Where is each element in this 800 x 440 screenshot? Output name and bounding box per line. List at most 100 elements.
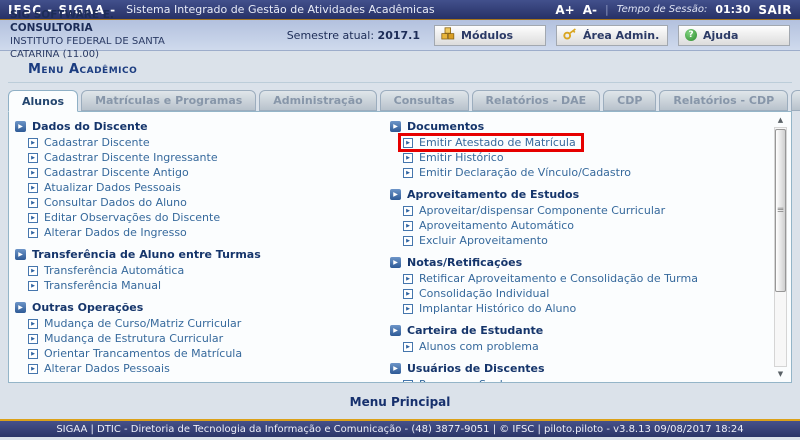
section-arrow-icon: ▶ [15,249,26,260]
menu-column-left: ▶Dados do Discente▶Cadastrar Discente▶Ca… [15,118,390,378]
scroll-down-icon[interactable]: ▼ [773,368,788,380]
item-arrow-icon: ▶ [28,153,38,163]
menu-link-cadastrar-discente-antigo[interactable]: Cadastrar Discente Antigo [44,166,189,179]
section-arrow-icon: ▶ [390,189,401,200]
menu-link-emitir-historico[interactable]: Emitir Histórico [419,151,504,164]
item-arrow-icon: ▶ [403,289,413,299]
menu-item: ▶Retificar Aproveitamento e Consolidação… [390,271,765,286]
menu-principal-row: Menu Principal [0,391,800,410]
menu-item: ▶ Alunos com problema [390,339,765,354]
tab-relatorios-dae[interactable]: Relatórios - DAE [472,90,601,111]
menu-section-carteira-de-estudante: ▶ Carteira de Estudante ▶ Alunos com proble… [390,322,765,354]
menu-link-cadastrar-discente[interactable]: Cadastrar Discente [44,136,150,149]
menu-item-inner: ▶Implantar Histórico do Aluno [403,302,576,315]
menu-link-mudanca-de-curso-matriz-curricular[interactable]: Mudança de Curso/Matriz Curricular [44,317,241,330]
vertical-scrollbar[interactable]: ▲ ▼ [773,114,788,380]
tab-administracao[interactable]: Administração [259,90,376,111]
section-arrow-icon: ▶ [390,363,401,374]
key-icon [563,28,577,43]
menu-link-consultar-dados-do-aluno[interactable]: Consultar Dados do Aluno [44,196,187,209]
menu-link-alterar-dados-pessoais[interactable]: Alterar Dados Pessoais [44,362,170,375]
tab-matriculas-e-programas[interactable]: Matrículas e Programas [81,90,256,111]
menu-link-emitir-declaracao-de-vinculo-cadastro[interactable]: Emitir Declaração de Vínculo/Cadastro [419,166,631,179]
menu-link-alterar-dados-de-ingresso[interactable]: Alterar Dados de Ingresso [44,226,187,239]
menu-section-notas-retificacoes: ▶Notas/Retificações▶Retificar Aproveitam… [390,254,765,316]
menu-item: ▶Recuperar Senha [390,377,765,383]
user-name: SIG SOFTWARE E. CONSULTORIA [10,9,192,35]
menu-item: ▶Orientar Trancamentos de Matrícula [15,346,390,361]
menu-link-cadastrar-discente-ingressante[interactable]: Cadastrar Discente Ingressante [44,151,218,164]
item-arrow-icon: ▶ [28,319,38,329]
item-arrow-icon: ▶ [403,236,413,246]
tab-alunos[interactable]: Alunos [8,90,78,112]
menu-item-inner: ▶Alterar Dados Pessoais [28,362,170,375]
menu-item-inner: ▶Orientar Trancamentos de Matrícula [28,347,242,360]
menu-link-transferencia-automatica[interactable]: Transferência Automática [44,264,184,277]
footer-bar: SIGAA | DTIC - Diretoria de Tecnologia d… [0,419,800,437]
tab-bar: AlunosMatrículas e ProgramasAdministraçã… [8,90,800,111]
tab-coordenacao-unica[interactable]: Coordenação Única [791,90,800,111]
menu-link-excluir-aproveitamento[interactable]: Excluir Aproveitamento [419,234,548,247]
tab-consultas[interactable]: Consultas [380,90,469,111]
admin-area-button[interactable]: Área Admin. [556,25,668,46]
section-title: Usuários de Discentes [407,362,545,375]
item-arrow-icon: ▶ [403,168,413,178]
menu-link-atualizar-dados-pessoais[interactable]: Atualizar Dados Pessoais [44,181,181,194]
item-arrow-icon: ▶ [403,206,413,216]
menu-link-mudanca-de-estrutura-curricular[interactable]: Mudança de Estrutura Curricular [44,332,223,345]
item-arrow-icon: ▶ [403,342,413,352]
menu-item: ▶Alterar Dados de Ingresso [15,225,390,240]
modules-cube-icon [441,27,455,43]
section-title: Carteira de Estudante [407,324,543,337]
tab-cdp[interactable]: CDP [603,90,656,111]
menu-item-inner: ▶Editar Observações do Discente [28,211,220,224]
menu-link-retificar-aproveitamento-e-consolidacao-de-turma[interactable]: Retificar Aproveitamento e Consolidação … [419,272,698,285]
scrollbar-thumb[interactable] [775,129,786,292]
help-button[interactable]: ? Ajuda [678,25,790,46]
scroll-up-icon[interactable]: ▲ [773,114,788,126]
menu-item-inner: ▶Cadastrar Discente [28,136,150,149]
modules-button-label: Módulos [461,29,513,42]
menu-link-transferencia-manual[interactable]: Transferência Manual [44,279,161,292]
menu-link-aproveitamento-automatico[interactable]: Aproveitamento Automático [419,219,574,232]
divider: | [605,3,609,16]
menu-panel: ▶Dados do Discente▶Cadastrar Discente▶Ca… [8,111,792,383]
menu-link-editar-observacoes-do-discente[interactable]: Editar Observações do Discente [44,211,220,224]
font-increase-button[interactable]: A+ [555,3,574,17]
menu-section-dados-do-discente: ▶Dados do Discente▶Cadastrar Discente▶Ca… [15,118,390,240]
item-arrow-icon: ▶ [403,153,413,163]
menu-item: ▶Implantar Histórico do Aluno [390,301,765,316]
userbar-buttons: Módulos Área Admin. ? Ajuda [434,25,790,46]
scrollbar-track[interactable] [774,127,787,367]
menu-item: ▶Cadastrar Discente Antigo [15,165,390,180]
font-decrease-button[interactable]: A- [583,3,597,17]
section-header: ▶Notas/Retificações [390,254,765,270]
menu-link-alunos-com-problema[interactable]: Alunos com problema [419,340,539,353]
item-arrow-icon: ▶ [403,221,413,231]
semester-value: 2017.1 [378,29,420,42]
menu-section-transferencia-de-aluno-entre-turmas: ▶Transferência de Aluno entre Turmas▶Tra… [15,246,390,293]
menu-item: ▶ Cadastrar Discente Ingressante [15,150,390,165]
section-title: Aproveitamento de Estudos [407,188,579,201]
modules-button[interactable]: Módulos [434,25,546,46]
section-arrow-icon: ▶ [390,257,401,268]
menu-link-orientar-trancamentos-de-matricula[interactable]: Orientar Trancamentos de Matrícula [44,347,242,360]
menu-item: ▶ Emitir Declaração de Vínculo/Cadastro [390,165,765,180]
menu-item-inner: ▶ Excluir Aproveitamento [403,234,548,247]
menu-link-emitir-atestado-de-matricula[interactable]: Emitir Atestado de Matrícula [419,136,576,149]
section-header: ▶ Usuários de Discentes [390,360,765,376]
tab-relatorios-cdp[interactable]: Relatórios - CDP [659,90,788,111]
menu-item-inner: ▶Transferência Automática [28,264,184,277]
menu-principal-link[interactable]: Menu Principal [350,395,451,409]
menu-link-consolidacao-individual[interactable]: Consolidação Individual [419,287,549,300]
menu-link-aproveitar-dispensar-componente-curricular[interactable]: Aproveitar/dispensar Componente Curricul… [419,204,665,217]
session-timer-label: Tempo de Sessão: [617,4,708,15]
logout-button[interactable]: SAIR [758,3,792,17]
item-arrow-icon: ▶ [28,281,38,291]
menu-link-implantar-historico-do-aluno[interactable]: Implantar Histórico do Aluno [419,302,576,315]
menu-link-recuperar-senha[interactable]: Recuperar Senha [419,378,513,383]
menu-section-usuarios-de-discentes: ▶ Usuários de Discentes ▶Recuperar Senha [390,360,765,383]
item-arrow-icon: ▶ [28,183,38,193]
menu-item-inner: ▶ Aproveitamento Automático [403,219,574,232]
menu-section-aproveitamento-de-estudos: ▶ Aproveitamento de Estudos ▶ Aproveitar/di… [390,186,765,248]
